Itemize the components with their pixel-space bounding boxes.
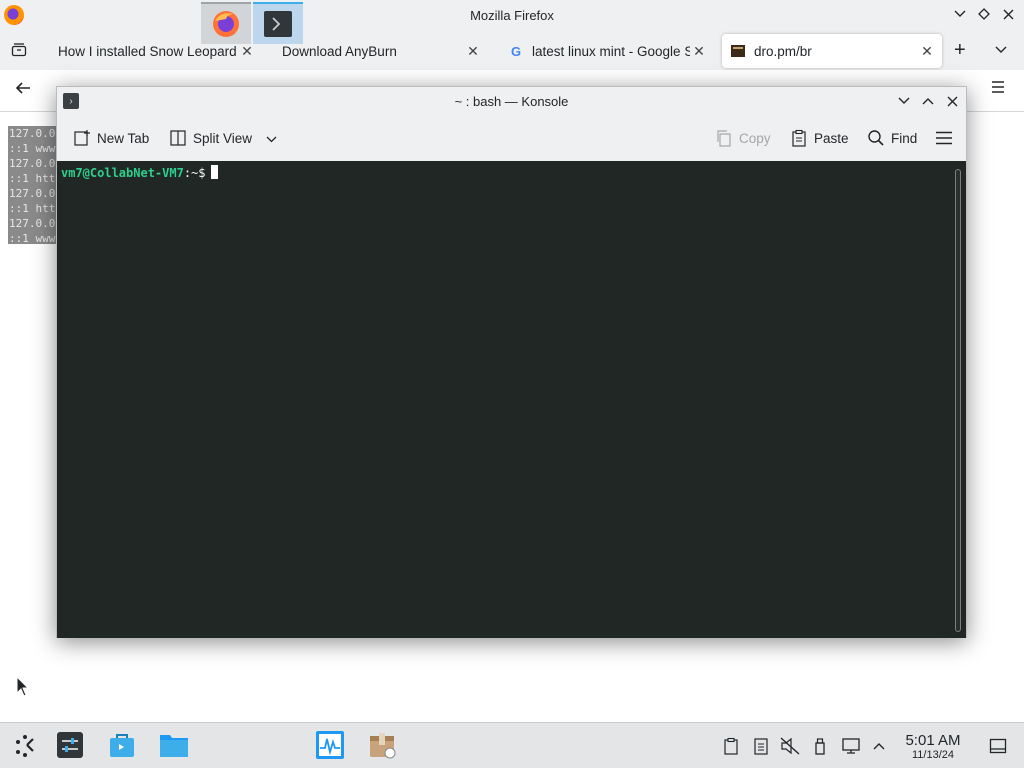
firefox-window-controls bbox=[952, 4, 1016, 24]
hosts-file-text: 127.0.0.1 ::1 www 127.0.0 ::1 htt 127.0.… bbox=[8, 126, 56, 244]
copy-icon bbox=[715, 129, 733, 147]
firefox-taskbar-icon[interactable] bbox=[201, 2, 251, 44]
system-monitor-icon[interactable] bbox=[305, 724, 355, 766]
firefox-window-title: Mozilla Firefox bbox=[470, 7, 554, 23]
tab-dro-pm[interactable]: dro.pm/br ✕ bbox=[722, 34, 942, 68]
tab-close-icon[interactable]: ✕ bbox=[238, 42, 256, 60]
terminal-scrollbar[interactable] bbox=[955, 169, 961, 632]
new-tab-plus-icon[interactable]: + bbox=[954, 40, 966, 60]
paste-button[interactable]: Paste bbox=[790, 127, 849, 149]
tab-close-icon[interactable]: ✕ bbox=[690, 42, 708, 60]
new-tab-icon bbox=[73, 129, 91, 147]
tab-close-icon[interactable]: ✕ bbox=[464, 42, 482, 60]
konsole-window-title: ~ : bash — Konsole bbox=[454, 93, 569, 109]
google-icon: G bbox=[510, 43, 522, 59]
hamburger-menu-icon[interactable] bbox=[990, 80, 1006, 99]
show-desktop-icon[interactable] bbox=[986, 736, 1010, 756]
chevron-down-icon[interactable] bbox=[266, 131, 277, 146]
shell-prompt: vm7@CollabNet-VM7:~$ bbox=[61, 165, 218, 180]
konsole-window-controls bbox=[896, 91, 960, 111]
prompt-path: :~$ bbox=[183, 166, 206, 180]
close-icon[interactable] bbox=[1000, 4, 1016, 24]
hamburger-menu-icon[interactable] bbox=[935, 127, 953, 149]
application-launcher-icon[interactable] bbox=[0, 724, 50, 766]
page-favicon-icon bbox=[730, 43, 746, 59]
volume-muted-icon[interactable] bbox=[779, 736, 801, 756]
clock-date: 11/13/24 bbox=[911, 749, 954, 761]
find-button[interactable]: Find bbox=[867, 127, 917, 149]
split-view-button[interactable]: Split View bbox=[169, 127, 277, 149]
list-all-tabs-icon[interactable] bbox=[995, 42, 1007, 57]
konsole-toolbar: New Tab Split View Copy Paste Find bbox=[57, 115, 966, 161]
konsole-window[interactable]: › ~ : bash — Konsole New Tab Split View … bbox=[56, 86, 967, 638]
tab-google-search[interactable]: G latest linux mint - Google Search ✕ bbox=[500, 34, 714, 68]
konsole-app-icon[interactable]: › bbox=[63, 93, 79, 109]
minimize-icon[interactable] bbox=[896, 91, 912, 111]
digital-clock[interactable]: 5:01 AM 11/13/24 bbox=[896, 732, 970, 762]
network-wired-icon[interactable] bbox=[839, 736, 863, 756]
view-recent-browsing-icon[interactable] bbox=[8, 40, 30, 60]
tab-close-icon[interactable]: ✕ bbox=[918, 42, 936, 60]
terminal-area[interactable]: vm7@CollabNet-VM7:~$ bbox=[57, 161, 966, 638]
copy-button[interactable]: Copy bbox=[715, 127, 771, 149]
maximize-icon[interactable] bbox=[976, 4, 992, 24]
back-arrow-icon[interactable] bbox=[14, 80, 32, 101]
maximize-icon[interactable] bbox=[920, 91, 936, 111]
close-icon[interactable] bbox=[944, 91, 960, 111]
mouse-pointer-icon bbox=[16, 675, 30, 701]
minimize-icon[interactable] bbox=[952, 4, 968, 24]
text-cursor bbox=[210, 165, 218, 179]
discover-store-icon[interactable] bbox=[97, 724, 147, 766]
new-tab-button[interactable]: New Tab bbox=[73, 127, 149, 149]
ark-archiver-icon[interactable] bbox=[357, 724, 407, 766]
split-view-icon bbox=[169, 129, 187, 147]
clock-time: 5:01 AM bbox=[905, 732, 961, 749]
notes-tray-icon[interactable] bbox=[750, 736, 772, 756]
firefox-tab-bar: How I installed Snow Leopard ✕ Download … bbox=[0, 30, 1024, 70]
usb-device-icon[interactable] bbox=[809, 736, 831, 756]
dolphin-file-manager-icon[interactable] bbox=[149, 724, 199, 766]
paste-icon bbox=[790, 129, 808, 147]
firefox-logo-icon bbox=[4, 5, 24, 25]
prompt-user-host: vm7@CollabNet-VM7 bbox=[61, 166, 184, 180]
tab-download-anyburn[interactable]: Download AnyBurn ✕ bbox=[274, 34, 488, 68]
konsole-taskbar-icon[interactable] bbox=[253, 2, 303, 44]
search-icon bbox=[867, 129, 885, 147]
firefox-titlebar: Mozilla Firefox bbox=[0, 0, 1024, 30]
konsole-titlebar[interactable]: › ~ : bash — Konsole bbox=[57, 87, 966, 115]
clipboard-tray-icon[interactable] bbox=[720, 736, 742, 756]
system-settings-icon[interactable] bbox=[45, 724, 95, 766]
show-hidden-icons-chevron-up-icon[interactable] bbox=[869, 736, 889, 756]
